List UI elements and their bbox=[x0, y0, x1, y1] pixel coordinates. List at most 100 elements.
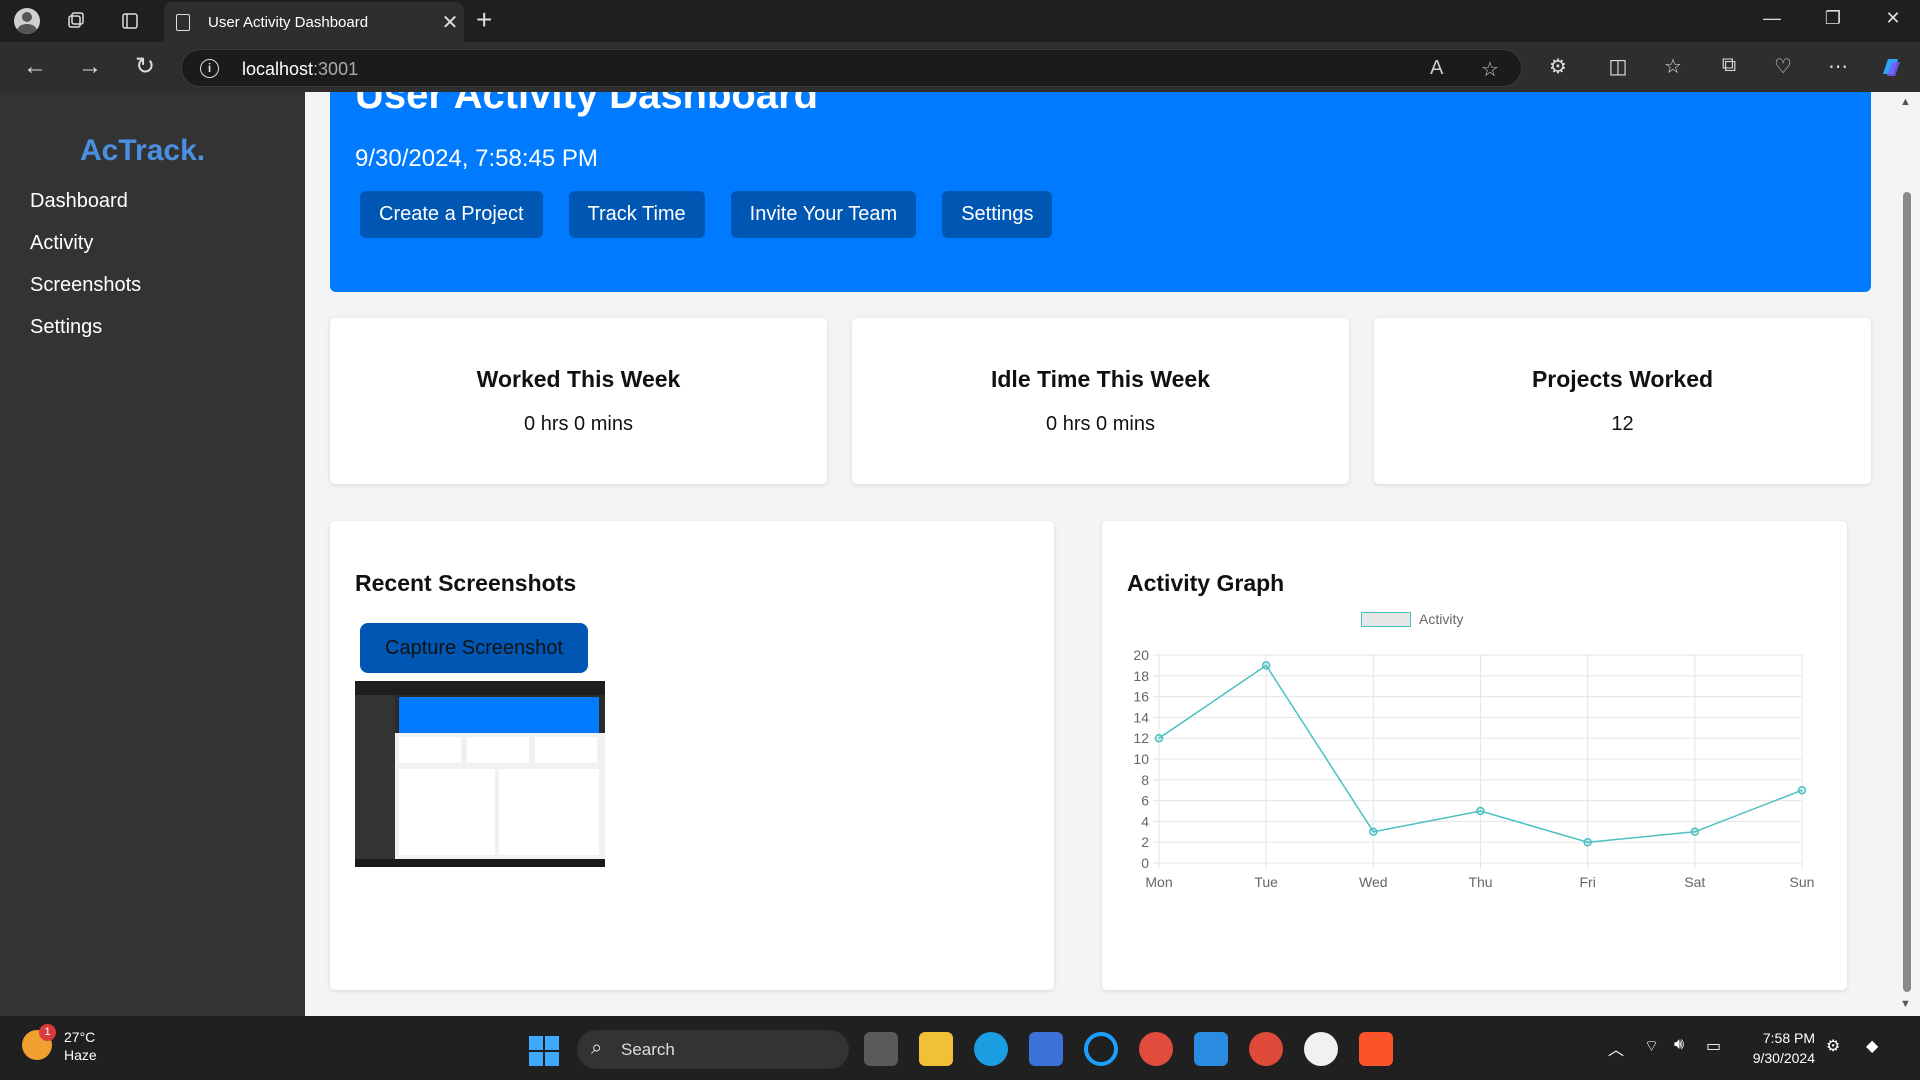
scrollbar[interactable]: ▲ ▼ bbox=[1895, 92, 1920, 1016]
search-icon: ⌕ bbox=[591, 1037, 603, 1059]
sidebar-item-screenshots[interactable]: Screenshots bbox=[30, 270, 141, 312]
invite-team-button[interactable]: Invite Your Team bbox=[730, 191, 917, 238]
close-window-icon[interactable]: ✕ bbox=[1873, 8, 1913, 29]
x-tick-label: Wed bbox=[1359, 874, 1388, 890]
battery-icon[interactable]: ▭ bbox=[1706, 1036, 1721, 1056]
windows-taskbar: 1 27°C Haze ⌕ Search ︿ ⌔ 🔊︎ ▭ 7:58 PM 9/3… bbox=[0, 1016, 1920, 1080]
x-tick-label: Sun bbox=[1790, 874, 1815, 890]
data-point bbox=[1261, 661, 1271, 670]
read-aloud-icon[interactable]: A bbox=[1430, 57, 1443, 80]
favorites-icon[interactable]: ☆ bbox=[1658, 54, 1688, 79]
cortana-icon[interactable] bbox=[1084, 1032, 1118, 1066]
y-tick-label: 20 bbox=[1133, 647, 1149, 663]
current-timestamp: 9/30/2024, 7:58:45 PM bbox=[355, 145, 598, 172]
y-tick-label: 18 bbox=[1133, 668, 1149, 684]
screenshot-thumbnail[interactable] bbox=[355, 681, 605, 867]
stat-card-idle: Idle Time This Week 0 hrs 0 mins bbox=[852, 318, 1349, 484]
recent-screenshots-panel: Recent Screenshots Capture Screenshot bbox=[330, 521, 1054, 990]
chrome-profile-icon[interactable] bbox=[1249, 1032, 1283, 1066]
refresh-icon[interactable]: ↻ bbox=[127, 52, 163, 82]
split-screen-icon[interactable]: ◫ bbox=[1603, 54, 1633, 79]
data-point bbox=[1369, 827, 1378, 837]
site-info-icon[interactable]: i bbox=[200, 59, 219, 78]
scrollbar-thumb[interactable] bbox=[1903, 192, 1911, 992]
start-windows-icon[interactable] bbox=[529, 1036, 559, 1066]
new-tab-icon[interactable]: + bbox=[476, 4, 492, 36]
taskbar-search[interactable]: ⌕ Search bbox=[577, 1030, 849, 1069]
sidebar-item-dashboard[interactable]: Dashboard bbox=[30, 186, 141, 228]
clock-time: 7:58 PM bbox=[1762, 1030, 1815, 1046]
data-point bbox=[1583, 837, 1592, 847]
forward-icon[interactable]: → bbox=[72, 52, 108, 82]
vscode-icon[interactable] bbox=[1194, 1032, 1228, 1066]
brave-icon[interactable] bbox=[1359, 1032, 1393, 1066]
dashboard-header: User Activity Dashboard 9/30/2024, 7:58:… bbox=[330, 92, 1871, 292]
sidebar-nav: Dashboard Activity Screenshots Settings bbox=[30, 186, 141, 354]
health-icon[interactable]: ♡ bbox=[1768, 54, 1798, 79]
store-icon[interactable] bbox=[1029, 1032, 1063, 1066]
extensions-icon[interactable]: ⚙ bbox=[1543, 54, 1573, 79]
scroll-down-icon[interactable]: ▼ bbox=[1900, 998, 1911, 1010]
system-clock[interactable]: 7:58 PM 9/30/2024 bbox=[1745, 1028, 1815, 1068]
y-tick-label: 4 bbox=[1141, 813, 1149, 829]
tab-title: User Activity Dashboard bbox=[208, 13, 369, 31]
back-icon[interactable]: ← bbox=[17, 52, 53, 82]
file-explorer-icon[interactable] bbox=[919, 1032, 953, 1066]
y-tick-label: 8 bbox=[1141, 772, 1149, 788]
edge-icon[interactable] bbox=[974, 1032, 1008, 1066]
temperature: 27°C bbox=[64, 1029, 96, 1045]
workspaces-icon[interactable] bbox=[60, 6, 92, 36]
main-content: User Activity Dashboard 9/30/2024, 7:58:… bbox=[305, 92, 1895, 1016]
document-icon bbox=[176, 13, 190, 31]
tab-user-activity-dashboard[interactable]: User Activity Dashboard ✕ bbox=[164, 2, 464, 42]
notification-settings-icon[interactable]: ⚙ bbox=[1826, 1036, 1840, 1056]
track-time-button[interactable]: Track Time bbox=[568, 191, 705, 238]
stat-title: Worked This Week bbox=[476, 366, 681, 392]
restore-icon[interactable]: ❐ bbox=[1813, 8, 1853, 29]
collections-icon[interactable]: ⧉ bbox=[1714, 54, 1744, 77]
y-tick-label: 6 bbox=[1141, 793, 1149, 809]
y-tick-label: 0 bbox=[1141, 855, 1149, 871]
activity-graph-panel: Activity Graph Activity 0 2 4 6 8 10 12 14 16 18 2… bbox=[1102, 521, 1847, 990]
stat-value: 12 bbox=[1611, 413, 1634, 435]
stat-value: 0 hrs 0 mins bbox=[1046, 413, 1155, 435]
browser-tab-bar: User Activity Dashboard ✕ + — ❐ ✕ bbox=[0, 0, 1920, 42]
url-text: localhost:3001 bbox=[242, 59, 359, 79]
wifi-icon[interactable]: ⌔ bbox=[1644, 1036, 1659, 1056]
y-tick-label: 12 bbox=[1133, 730, 1149, 746]
volume-icon[interactable]: 🔊︎ bbox=[1674, 1036, 1684, 1054]
browser-toolbar: ← → ↻ i localhost:3001 A ☆ ⚙ ◫ ☆ ⧉ ♡ ⋯ bbox=[0, 42, 1920, 92]
sidebar-item-activity[interactable]: Activity bbox=[30, 228, 141, 270]
logo: AcTrack. bbox=[80, 134, 206, 167]
clock-date: 9/30/2024 bbox=[1752, 1050, 1815, 1066]
tab-actions-icon[interactable] bbox=[114, 6, 146, 36]
scroll-up-icon[interactable]: ▲ bbox=[1900, 96, 1911, 108]
profile-icon[interactable] bbox=[11, 6, 43, 36]
data-point bbox=[1154, 733, 1164, 743]
copilot-icon[interactable] bbox=[1876, 54, 1906, 86]
y-tick-label: 10 bbox=[1133, 751, 1149, 767]
copilot-taskbar-icon[interactable]: ◆ bbox=[1866, 1036, 1878, 1056]
panel-title: Recent Screenshots bbox=[355, 570, 577, 596]
minimize-icon[interactable]: — bbox=[1752, 8, 1792, 29]
more-icon[interactable]: ⋯ bbox=[1823, 54, 1853, 79]
close-tab-icon[interactable]: ✕ bbox=[436, 10, 464, 35]
task-view-icon[interactable] bbox=[864, 1032, 898, 1066]
page-viewport: AcTrack. Dashboard Activity Screenshots … bbox=[0, 92, 1920, 1016]
data-point bbox=[1476, 806, 1485, 816]
data-point bbox=[1690, 827, 1700, 837]
y-tick-label: 2 bbox=[1141, 834, 1149, 850]
page-title: User Activity Dashboard bbox=[355, 92, 819, 117]
header-actions: Create a Project Track Time Invite Your … bbox=[360, 191, 1053, 238]
sidebar-item-settings[interactable]: Settings bbox=[30, 312, 141, 354]
weather-condition: Haze bbox=[64, 1047, 97, 1063]
address-bar[interactable]: i localhost:3001 A ☆ bbox=[181, 49, 1522, 87]
chrome-icon[interactable] bbox=[1139, 1032, 1173, 1066]
mongodb-icon[interactable] bbox=[1304, 1032, 1338, 1066]
capture-screenshot-button[interactable]: Capture Screenshot bbox=[360, 623, 588, 673]
create-project-button[interactable]: Create a Project bbox=[360, 191, 543, 238]
show-hidden-icons-icon[interactable]: ︿ bbox=[1608, 1036, 1624, 1060]
favorite-star-icon[interactable]: ☆ bbox=[1481, 57, 1499, 82]
sidebar: AcTrack. Dashboard Activity Screenshots … bbox=[0, 92, 305, 1016]
settings-button[interactable]: Settings bbox=[942, 191, 1053, 238]
